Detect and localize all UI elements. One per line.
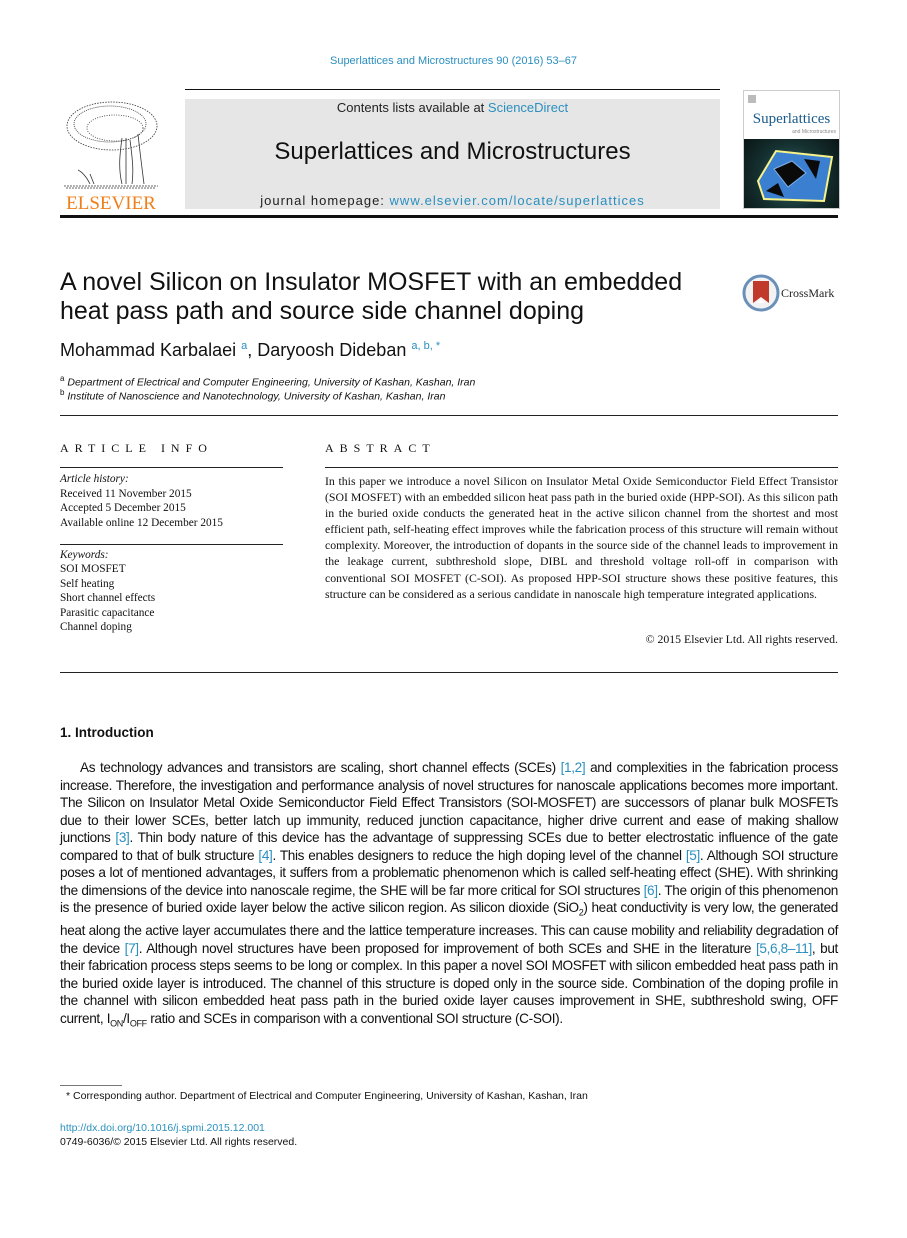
- affiliation-text: Institute of Nanoscience and Nanotechnol…: [67, 390, 446, 403]
- article-title: A novel Silicon on Insulator MOSFET with…: [60, 268, 683, 325]
- history-label: Article history:: [60, 473, 129, 485]
- crossmark-icon: [742, 274, 780, 312]
- reference-link[interactable]: [5]: [686, 848, 700, 863]
- keywords-label: Keywords:: [60, 549, 109, 561]
- reference-link[interactable]: [6]: [644, 883, 658, 898]
- reference-link[interactable]: [4]: [258, 848, 272, 863]
- article-info-heading: ARTICLE INFO: [60, 441, 213, 455]
- author-list: Mohammad Karbalaei a, Daryoosh Dideban a…: [60, 340, 440, 361]
- keyword-item: Channel doping: [60, 621, 132, 634]
- header-bottom-rule: [60, 215, 838, 218]
- keyword-item: Parasitic capacitance: [60, 606, 155, 619]
- abstract-body: In this paper we introduce a novel Silic…: [325, 474, 838, 601]
- journal-homepage-line: journal homepage: www.elsevier.com/locat…: [185, 193, 720, 208]
- cover-publisher-icon: [748, 95, 756, 103]
- abstract-bottom-rule: [60, 672, 838, 673]
- cover-artwork: [744, 139, 839, 208]
- footnote-mark: *: [66, 1090, 71, 1102]
- homepage-prefix: journal homepage:: [260, 193, 390, 208]
- abstract-copyright: © 2015 Elsevier Ltd. All rights reserved…: [645, 632, 838, 646]
- author-separator: ,: [247, 340, 258, 360]
- keywords-list: Keywords: SOI MOSFET Self heating Short …: [60, 548, 155, 634]
- reference-link[interactable]: [5,6,8–11]: [756, 941, 812, 956]
- doi-link[interactable]: http://dx.doi.org/10.1016/j.spmi.2015.12…: [60, 1122, 265, 1134]
- text-run: ratio and SCEs in comparison with a conv…: [146, 1010, 563, 1026]
- text-run: /I: [122, 1010, 130, 1026]
- affiliation-b: b Institute of Nanoscience and Nanotechn…: [60, 388, 445, 403]
- cover-lattice-graphic: [756, 149, 834, 203]
- keyword-item: SOI MOSFET: [60, 563, 126, 576]
- sciencedirect-link[interactable]: ScienceDirect: [488, 100, 568, 115]
- elsevier-wordmark: ELSEVIER: [66, 193, 156, 214]
- text-run: . This enables designers to reduce the h…: [272, 847, 686, 863]
- elsevier-tree-icon: [64, 101, 158, 189]
- history-accepted: Accepted 5 December 2015: [60, 502, 186, 514]
- history-received: Received 11 November 2015: [60, 487, 192, 500]
- keywords-divider: [60, 544, 283, 545]
- corresponding-author-footnote: * Corresponding author. Department of El…: [66, 1090, 588, 1102]
- crossmark-button[interactable]: CrossMark: [741, 273, 841, 313]
- footnote-rule: [60, 1085, 122, 1086]
- subscript: ON: [110, 1018, 123, 1029]
- issn-copyright: 0749-6036/© 2015 Elsevier Ltd. All right…: [60, 1136, 298, 1148]
- author-name[interactable]: Daryoosh Dideban: [257, 340, 406, 360]
- crossmark-label: CrossMark: [781, 286, 835, 300]
- journal-cover-thumbnail[interactable]: Superlattices and Microstructures: [743, 90, 840, 209]
- reference-link[interactable]: [3]: [115, 830, 129, 845]
- footnote-text: Corresponding author. Department of Elec…: [73, 1090, 588, 1102]
- affiliation-text: Department of Electrical and Computer En…: [67, 376, 476, 389]
- affiliation-a: a Department of Electrical and Computer …: [60, 374, 475, 389]
- affiliation-mark: a: [60, 374, 65, 383]
- keyword-item: Short channel effects: [60, 592, 156, 605]
- history-online: Available online 12 December 2015: [60, 516, 223, 529]
- cover-subtitle: and Microstructures: [792, 129, 836, 135]
- keyword-item: Self heating: [60, 577, 115, 590]
- author-name[interactable]: Mohammad Karbalaei: [60, 340, 236, 360]
- contents-available-line: Contents lists available at ScienceDirec…: [185, 100, 720, 115]
- subscript: OFF: [129, 1018, 147, 1029]
- header-top-rule: [185, 89, 720, 90]
- reference-link[interactable]: [1,2]: [561, 760, 586, 775]
- abstract-heading: ABSTRACT: [325, 441, 436, 455]
- abstract-divider: [325, 467, 838, 468]
- author-affiliation-mark[interactable]: a, b, *: [411, 340, 440, 352]
- reference-link[interactable]: [7]: [125, 941, 139, 956]
- journal-name: Superlattices and Microstructures: [274, 138, 631, 165]
- introduction-paragraph: As technology advances and transistors a…: [60, 759, 838, 1033]
- cover-title: Superlattices: [752, 111, 831, 127]
- affiliation-mark: b: [60, 388, 65, 397]
- article-info-divider: [60, 467, 283, 468]
- contents-prefix: Contents lists available at: [336, 100, 488, 115]
- introduction-heading: 1. Introduction: [60, 725, 154, 740]
- section-divider: [60, 415, 838, 416]
- text-run: . Although novel structures have been pr…: [138, 940, 756, 956]
- journal-homepage-link[interactable]: www.elsevier.com/locate/superlattices: [390, 193, 645, 208]
- journal-citation-link[interactable]: Superlattices and Microstructures 90 (20…: [0, 55, 907, 67]
- article-history: Article history: Received 11 November 20…: [60, 472, 223, 530]
- text-run: As technology advances and transistors a…: [80, 760, 561, 775]
